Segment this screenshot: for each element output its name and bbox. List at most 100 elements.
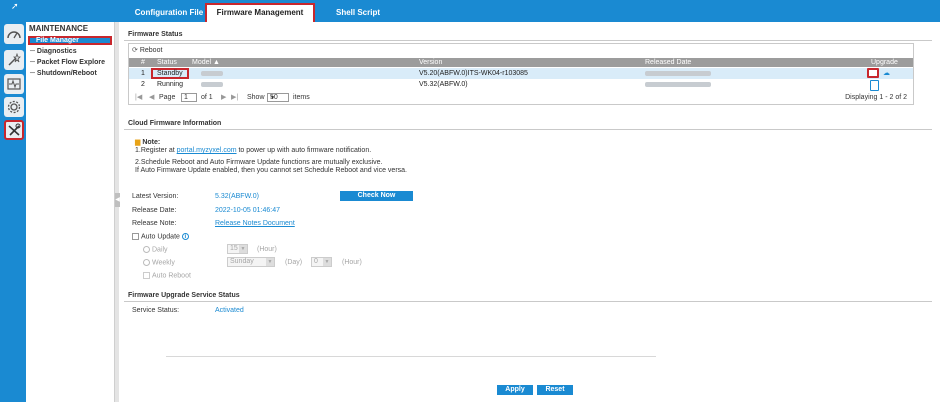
- daily-hour-unit: (Hour): [257, 246, 277, 253]
- auto-reboot-option[interactable]: Auto Reboot: [143, 272, 191, 279]
- last-page-icon[interactable]: ▶|: [231, 92, 238, 104]
- mouse-cursor-icon: ➚: [11, 1, 19, 11]
- row-status: Standby: [151, 68, 189, 79]
- nav-title: MAINTENANCE: [29, 24, 89, 33]
- section-service-status: Firmware Upgrade Service Status: [124, 290, 932, 302]
- monitor-icon[interactable]: [4, 74, 24, 94]
- page-label: Page: [159, 94, 176, 101]
- row-released-date-redacted: [645, 79, 711, 90]
- weekly-hour-unit: (Hour): [342, 259, 362, 266]
- displaying-count: Displaying 1 - 2 of 2: [845, 94, 907, 101]
- latest-version-label: Latest Version:: [132, 193, 179, 200]
- auto-reboot-checkbox[interactable]: [143, 272, 150, 279]
- info-icon[interactable]: i: [181, 233, 189, 240]
- col-status[interactable]: Status: [157, 58, 177, 67]
- top-bar: ➚ Configuration File Firmware Management…: [0, 0, 940, 22]
- nav-item-shutdown-reboot[interactable]: ─ Shutdown/Reboot: [30, 69, 97, 78]
- daily-hour-select[interactable]: 15 ▼: [227, 244, 248, 254]
- cloud-upload-icon[interactable]: ☁: [883, 68, 890, 79]
- auto-update-checkbox[interactable]: [132, 233, 139, 240]
- gear-icon[interactable]: [4, 97, 24, 117]
- reset-button[interactable]: Reset: [537, 385, 573, 395]
- row-version: V5.32(ABFW.0): [419, 81, 468, 88]
- portal-link[interactable]: portal.myzyxel.com: [177, 147, 237, 154]
- col-model[interactable]: Model ▲: [192, 58, 220, 67]
- dashboard-icon[interactable]: [4, 24, 24, 44]
- maintenance-tools-icon[interactable]: [4, 120, 24, 140]
- note-line-1: 1.Register at portal.myzyxel.com to powe…: [135, 147, 407, 155]
- note-header: ▆ Note:: [135, 139, 407, 147]
- chevron-down-icon: ▼: [323, 258, 331, 266]
- nav-item-label: Diagnostics: [36, 48, 77, 55]
- items-label: items: [293, 94, 310, 101]
- col-upgrade: Upgrade: [871, 59, 898, 66]
- show-label: Show: [247, 94, 265, 101]
- weekly-option[interactable]: Weekly: [143, 259, 175, 266]
- col-released-date[interactable]: Released Date: [645, 58, 691, 67]
- col-index: #: [141, 59, 145, 66]
- apply-button[interactable]: Apply: [497, 385, 533, 395]
- firmware-status-grid: ⟳ Reboot # Status Model ▲ Version Releas…: [128, 43, 914, 105]
- note1-suffix: to power up with auto firmware notificat…: [236, 147, 372, 154]
- left-icon-bar: [0, 22, 26, 402]
- nav-item-label: Packet Flow Explore: [36, 59, 105, 66]
- tab-shell-script[interactable]: Shell Script: [328, 4, 388, 22]
- next-page-icon[interactable]: ▶: [221, 92, 226, 104]
- page-size-select[interactable]: 50 ▼: [267, 93, 289, 102]
- release-date-value: 2022-10-05 01:46:47: [215, 207, 280, 214]
- nav-item-label: Shutdown/Reboot: [36, 70, 97, 77]
- row-model-redacted: [201, 79, 223, 90]
- weekly-label: Weekly: [152, 259, 175, 267]
- weekly-day-value: Sunday: [230, 258, 254, 265]
- auto-update-row[interactable]: Auto Update i: [132, 233, 189, 240]
- section-cloud-firmware: Cloud Firmware Information: [124, 118, 932, 130]
- tab-configuration-file[interactable]: Configuration File: [127, 4, 211, 22]
- release-notes-link[interactable]: Release Notes Document: [215, 220, 295, 227]
- row-index: 2: [141, 81, 145, 88]
- table-row[interactable]: 2 Running V5.32(ABFW.0): [129, 79, 913, 91]
- reboot-icon: ⟳: [132, 47, 138, 54]
- release-date-label: Release Date:: [132, 207, 177, 214]
- auto-reboot-label: Auto Reboot: [152, 272, 191, 280]
- nav-item-packet-flow-explore[interactable]: ─ Packet Flow Explore: [30, 58, 105, 67]
- chevron-down-icon: ▼: [266, 258, 274, 266]
- prev-page-icon[interactable]: ◀: [149, 92, 154, 104]
- daily-label: Daily: [152, 246, 168, 254]
- first-page-icon[interactable]: |◀: [135, 92, 142, 104]
- auto-update-label: Auto Update: [141, 233, 180, 241]
- maintenance-nav: MAINTENANCE File Manager ─ Diagnostics ─…: [26, 22, 114, 402]
- col-version[interactable]: Version: [419, 58, 442, 67]
- page-input[interactable]: 1: [181, 93, 197, 102]
- row-status: Running: [157, 81, 184, 88]
- nav-dash: ─: [30, 59, 37, 66]
- grid-pager: |◀ ◀ Page 1 of 1 ▶ ▶| Show 50 ▼ items Di…: [129, 92, 913, 104]
- nav-item-file-manager[interactable]: File Manager: [28, 36, 112, 45]
- row-index: 1: [141, 70, 145, 77]
- table-row[interactable]: 1 Standby V5.20(ABFW.0)ITS-WK04-r103085 …: [129, 68, 913, 79]
- grid-header: # Status Model ▲ Version Released Date U…: [129, 58, 913, 67]
- reboot-label: Reboot: [139, 47, 163, 54]
- weekly-radio[interactable]: [143, 259, 150, 266]
- col-model-label: Model: [192, 59, 212, 66]
- page-of-label: of 1: [201, 94, 213, 101]
- chevron-down-icon: ▼: [270, 95, 275, 101]
- weekly-hour-value: 0: [314, 258, 318, 265]
- chevron-down-icon: ▼: [239, 245, 247, 253]
- daily-radio[interactable]: [143, 246, 150, 253]
- nav-item-diagnostics[interactable]: ─ Diagnostics: [30, 47, 77, 56]
- nav-dash: ─: [30, 70, 37, 77]
- upload-icon[interactable]: [867, 68, 879, 78]
- tab-firmware-management[interactable]: Firmware Management: [205, 3, 315, 22]
- release-note-label: Release Note:: [132, 220, 177, 227]
- daily-option[interactable]: Daily: [143, 246, 168, 253]
- weekly-hour-select[interactable]: 0 ▼: [311, 257, 332, 267]
- check-now-button[interactable]: Check Now: [340, 191, 413, 201]
- upload-icon[interactable]: [870, 80, 879, 91]
- reboot-button[interactable]: ⟳ Reboot: [132, 46, 162, 56]
- weekly-day-select[interactable]: Sunday ▼: [227, 257, 275, 267]
- wand-icon[interactable]: [4, 50, 24, 70]
- weekly-day-unit: (Day): [285, 259, 303, 266]
- latest-version-value: 5.32(ABFW.0): [215, 193, 259, 200]
- row-released-date-redacted: [645, 68, 711, 79]
- daily-hour-value: 15: [230, 245, 238, 252]
